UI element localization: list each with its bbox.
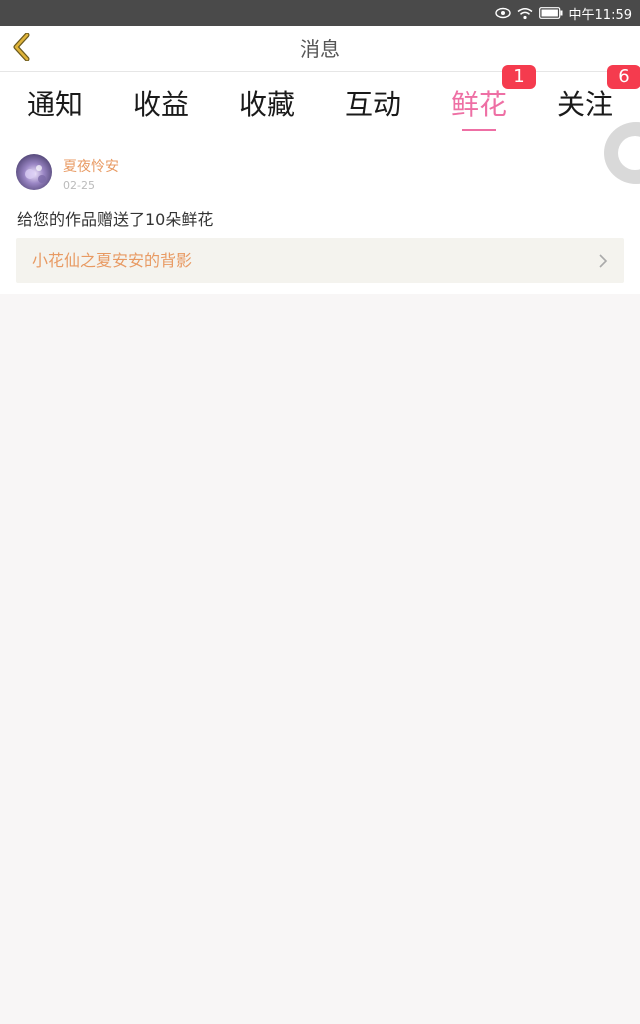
sender-name[interactable]: 夏夜怜安	[63, 156, 119, 176]
flower-notification: 夏夜怜安 02-25 给您的作品赠送了10朵鲜花 小花仙之夏安安的背影	[0, 134, 640, 294]
work-link[interactable]: 小花仙之夏安安的背影	[16, 238, 624, 283]
tab-notifications[interactable]: 通知	[2, 72, 108, 134]
battery-icon	[538, 7, 563, 19]
active-tab-indicator	[462, 129, 496, 131]
wifi-icon	[517, 7, 533, 20]
notification-message: 给您的作品赠送了10朵鲜花	[17, 210, 214, 229]
floating-assist-inner	[618, 136, 640, 170]
status-time: 中午11:59	[568, 7, 632, 23]
notification-date: 02-25	[63, 179, 95, 192]
chevron-right-icon	[596, 253, 610, 269]
work-title: 小花仙之夏安安的背影	[32, 251, 193, 270]
avatar[interactable]	[16, 154, 52, 190]
follows-badge: 6	[607, 65, 640, 89]
tab-favorites[interactable]: 收藏	[214, 72, 320, 134]
eye-icon	[494, 7, 511, 19]
tab-earnings[interactable]: 收益	[108, 72, 214, 134]
message-tabs: 通知 收益 收藏 互动 鲜花 关注 1 6	[0, 65, 640, 134]
status-bar: 中午11:59	[0, 0, 640, 26]
flowers-badge: 1	[502, 65, 536, 89]
tab-interactions[interactable]: 互动	[320, 72, 426, 134]
app-header: 消息	[0, 26, 640, 72]
page-title: 消息	[300, 37, 340, 61]
